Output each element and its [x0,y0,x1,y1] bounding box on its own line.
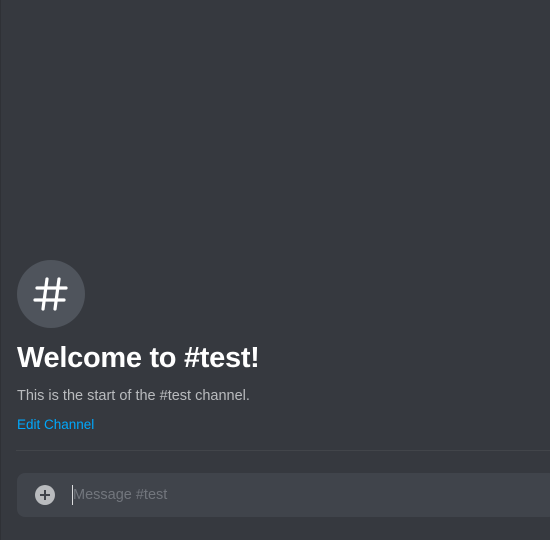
attach-button[interactable] [35,485,55,505]
chat-area: Welcome to #test! This is the start of t… [0,0,550,540]
message-composer [17,473,550,517]
welcome-title: Welcome to #test! [17,342,260,374]
edit-channel-link[interactable]: Edit Channel [17,417,94,433]
welcome-subtitle: This is the start of the #test channel. [17,388,250,404]
hashtag-icon [33,277,68,311]
message-divider [16,450,550,451]
channel-welcome: Welcome to #test! This is the start of t… [17,260,550,434]
channel-icon-circle [17,260,85,328]
left-edge-divider [0,0,1,540]
message-input[interactable] [73,484,543,506]
